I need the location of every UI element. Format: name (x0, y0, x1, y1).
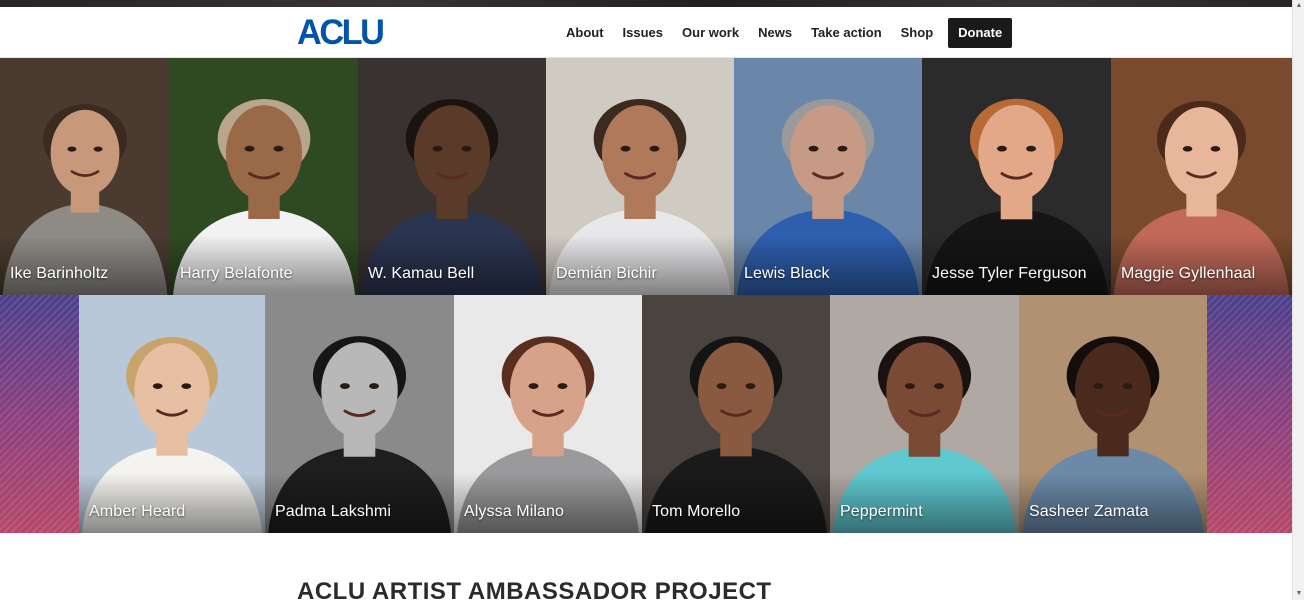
page-scrollbar[interactable]: ▲ ▼ (1292, 0, 1304, 600)
ambassador-name: W. Kamau Bell (368, 265, 475, 282)
ambassador-card-alyssa-milano[interactable]: Alyssa Milano (454, 295, 642, 533)
ambassador-card-harry-belafonte[interactable]: Harry Belafonte (170, 58, 358, 295)
ambassador-name: Alyssa Milano (464, 503, 565, 520)
scroll-down-arrow-icon[interactable]: ▼ (1295, 590, 1303, 598)
ambassador-card-lewis-black[interactable]: Lewis Black (734, 58, 922, 295)
ambassador-name: Harry Belafonte (180, 265, 293, 282)
nav-take-action[interactable]: Take action (811, 17, 882, 48)
ambassador-card-padma-lakshmi[interactable]: Padma Lakshmi (265, 295, 454, 533)
site-header: ACLU About Issues Our work News Take act… (0, 7, 1292, 58)
nav-shop[interactable]: Shop (901, 17, 934, 48)
nav-our-work[interactable]: Our work (682, 17, 739, 48)
ambassador-name: Maggie Gyllenhaal (1121, 265, 1256, 282)
top-photo-strip (0, 0, 1292, 7)
ambassador-card-w-kamau-bell[interactable]: W. Kamau Bell (358, 58, 546, 295)
ambassador-card-ike-barinholtz[interactable]: Ike Barinholtz (0, 58, 170, 295)
aclu-logo[interactable]: ACLU (297, 15, 385, 50)
ambassador-name: Demián Bichir (556, 265, 657, 282)
ambassador-name: Padma Lakshmi (275, 503, 392, 520)
ambassador-card-sasheer-zamata[interactable]: Sasheer Zamata (1019, 295, 1207, 533)
ambassador-card-peppermint[interactable]: Peppermint (830, 295, 1019, 533)
ambassador-row-1: Ike Barinholtz Harry Belafonte W. Kamau … (0, 58, 1292, 295)
ambassador-card-amber-heard[interactable]: Amber Heard (79, 295, 265, 533)
ambassador-name: Amber Heard (89, 503, 186, 520)
ambassador-name: Lewis Black (744, 265, 830, 282)
ambassador-card-demian-bichir[interactable]: Demián Bichir (546, 58, 734, 295)
main-nav: About Issues Our work News Take action S… (566, 17, 1013, 48)
ambassador-card-maggie-gyllenhaal[interactable]: Maggie Gyllenhaal (1111, 58, 1292, 295)
scroll-up-arrow-icon[interactable]: ▲ (1295, 2, 1303, 10)
nav-news[interactable]: News (758, 17, 792, 48)
ambassador-card-jesse-tyler-ferguson[interactable]: Jesse Tyler Ferguson (922, 58, 1111, 295)
ambassador-name: Sasheer Zamata (1029, 503, 1149, 520)
ambassador-name: Jesse Tyler Ferguson (932, 265, 1087, 282)
ambassador-name: Tom Morello (652, 503, 741, 520)
ambassador-card-tom-morello[interactable]: Tom Morello (642, 295, 830, 533)
nav-issues[interactable]: Issues (623, 17, 663, 48)
ambassador-name: Peppermint (840, 503, 923, 520)
ambassador-name: Ike Barinholtz (10, 265, 109, 282)
donate-button[interactable]: Donate (948, 17, 1013, 48)
section-title: ACLU ARTIST AMBASSADOR PROJECT (297, 578, 772, 600)
ambassador-row-2: Amber Heard Padma Lakshmi Alyssa Milano … (0, 295, 1292, 533)
nav-about[interactable]: About (566, 17, 604, 48)
